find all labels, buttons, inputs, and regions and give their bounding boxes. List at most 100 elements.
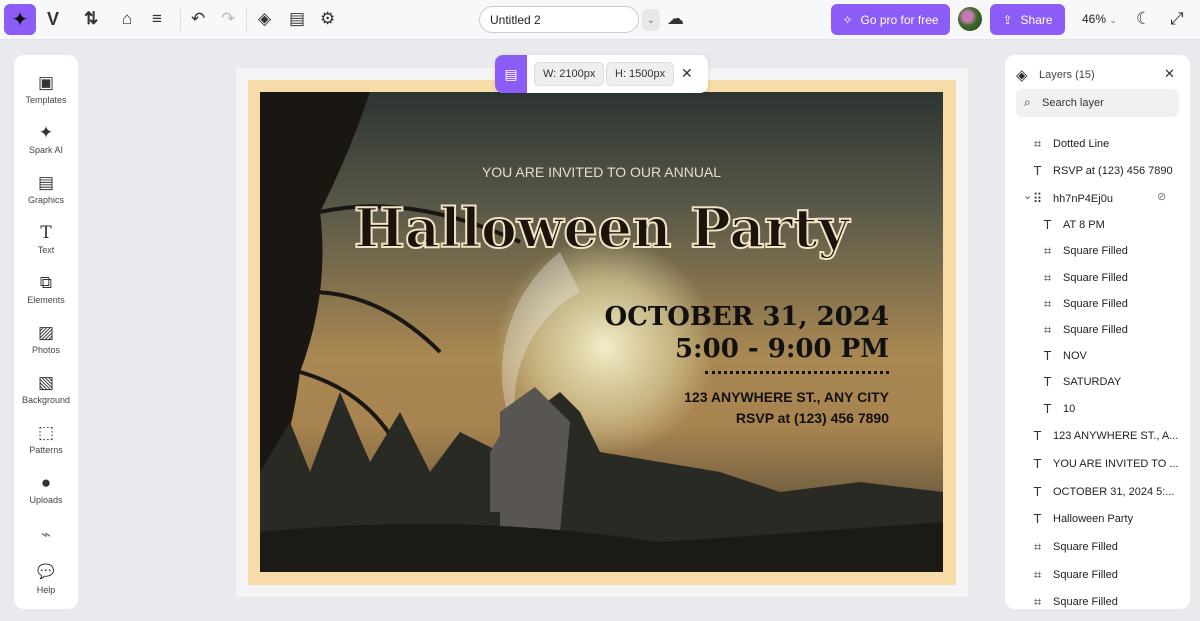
dark-mode-icon[interactable]: ☾ — [1136, 9, 1151, 29]
frame-icon: ⌗ — [1033, 136, 1042, 151]
search-placeholder: Search layer — [1042, 97, 1104, 109]
frame-icon: ⌗ — [1043, 270, 1052, 285]
layer-item[interactable]: T SATURDAY — [1041, 374, 1122, 389]
sidebar-item-graphics[interactable]: ▤ Graphics — [14, 173, 78, 205]
avatar[interactable] — [958, 7, 982, 31]
left-sidebar: ▣ Templates ✦ Spark AI ▤ Graphics T Text ⧉ El… — [14, 55, 78, 609]
event-title[interactable]: Halloween Party — [260, 195, 943, 261]
sidebar-label: Spark AI — [28, 145, 64, 155]
brush-icon: ⌁ — [40, 525, 52, 544]
document-icon[interactable]: ▤ — [289, 9, 305, 29]
sidebar-item-uploads[interactable]: ● Uploads — [14, 473, 78, 505]
text-icon: T — [1033, 456, 1042, 471]
layer-label: hh7nP4Ej0u — [1053, 193, 1113, 205]
event-time[interactable]: 5:00 - 9:00 PM — [675, 334, 889, 364]
layer-item[interactable]: T RSVP at (123) 456 7890 — [1031, 163, 1173, 178]
help-icon: 💬 — [37, 563, 55, 579]
title-dropdown-button[interactable]: ⌄ — [642, 9, 660, 31]
layer-label: YOU ARE INVITED TO ... — [1053, 457, 1179, 470]
layer-item[interactable]: T Halloween Party — [1031, 511, 1134, 526]
layer-label: Square Filled — [1053, 596, 1118, 608]
uploads-icon: ● — [40, 473, 52, 492]
layer-item[interactable]: ⠿ hh7nP4Ej0u — [1031, 191, 1113, 207]
document-title-input[interactable]: Untitled 2 — [479, 6, 639, 33]
frame-icon: ⌗ — [1033, 539, 1042, 554]
dotted-line[interactable] — [705, 371, 889, 374]
sidebar-item-help[interactable]: 💬 Help — [14, 563, 78, 595]
layer-label: 10 — [1063, 402, 1076, 415]
home-icon[interactable]: ⌂ — [122, 9, 132, 29]
go-pro-button[interactable]: ✧ Go pro for free — [831, 4, 950, 35]
layer-item[interactable]: ⌗ Square Filled — [1031, 567, 1118, 583]
frame-icon: ⌗ — [1033, 594, 1042, 609]
menu-icon[interactable]: ≡ — [152, 9, 162, 29]
sidebar-label: Graphics — [27, 195, 64, 205]
layer-item[interactable]: ⌗ Square Filled — [1031, 539, 1118, 555]
text-icon: T — [40, 223, 52, 243]
layer-item[interactable]: ⌗ Square Filled — [1041, 270, 1128, 286]
event-rsvp[interactable]: RSVP at (123) 456 7890 — [736, 410, 889, 426]
frame-icon: ⌗ — [1043, 322, 1052, 337]
height-field[interactable]: H: 1500px — [606, 62, 675, 86]
top-toolbar: ✦ V ⇅ ⌂ ≡ ↶ ↷ ◈ ▤ ⚙ Untitled 2 ⌄ ☁ ✧ Go p… — [0, 0, 1200, 40]
text-icon: T — [1033, 428, 1042, 443]
layer-item[interactable]: T OCTOBER 31, 2024 5:... — [1031, 484, 1175, 499]
layer-label: Square Filled — [1053, 541, 1118, 553]
chevron-down-icon[interactable]: ⌄ — [1023, 189, 1032, 202]
undo-icon[interactable]: ↶ — [191, 9, 205, 29]
sidebar-item-spark-ai[interactable]: ✦ Spark AI — [14, 123, 78, 155]
sidebar-item-templates[interactable]: ▣ Templates — [14, 73, 78, 105]
layers-panel: ◈ Layers (15) ✕ ⌕ Search layer ⌗ Dotted Li… — [1005, 55, 1190, 609]
layer-item[interactable]: ⌗ Square Filled — [1031, 594, 1118, 609]
layer-item[interactable]: T AT 8 PM — [1041, 217, 1105, 232]
search-layer-input[interactable]: ⌕ Search layer — [1016, 89, 1179, 117]
layers-icon[interactable]: ◈ — [258, 9, 271, 29]
width-field[interactable]: W: 2100px — [534, 62, 605, 86]
layer-label: Square Filled — [1063, 272, 1128, 284]
sidebar-label: Templates — [25, 95, 67, 105]
layer-item[interactable]: T 123 ANYWHERE ST., A... — [1031, 428, 1179, 443]
layer-label: Halloween Party — [1053, 512, 1134, 525]
divider — [180, 9, 181, 31]
layer-item[interactable]: ⌗ Square Filled — [1041, 296, 1128, 312]
templates-icon: ▣ — [37, 73, 55, 92]
sidebar-item-elements[interactable]: ⧉ Elements — [14, 273, 78, 305]
layer-item[interactable]: T NOV — [1041, 348, 1087, 363]
layer-label: Square Filled — [1063, 324, 1128, 336]
layer-item[interactable]: ⌗ Dotted Line — [1031, 136, 1109, 152]
hidden-eye-icon[interactable]: ⊘ — [1157, 190, 1166, 203]
layer-label: AT 8 PM — [1063, 218, 1105, 231]
layer-item[interactable]: ⌗ Square Filled — [1041, 322, 1128, 338]
vectorize-icon[interactable]: V — [47, 9, 59, 30]
sort-icon[interactable]: ⇅ — [84, 9, 98, 29]
event-address[interactable]: 123 ANYWHERE ST., ANY CITY — [684, 389, 889, 405]
share-label: Share — [1020, 12, 1053, 27]
sparkle-icon: ✦ — [38, 123, 54, 142]
zoom-select[interactable]: 46% ⌄ — [1082, 12, 1117, 26]
graphics-icon: ▤ — [37, 173, 55, 192]
layer-item[interactable]: T YOU ARE INVITED TO ... — [1031, 456, 1179, 471]
settings-doc-icon[interactable]: ⚙ — [320, 9, 335, 29]
app-logo-button[interactable]: ✦ — [4, 4, 36, 35]
halloween-design[interactable]: YOU ARE INVITED TO OUR ANNUAL Halloween … — [260, 92, 943, 572]
background-icon: ▧ — [37, 373, 55, 392]
fullscreen-icon[interactable]: ⤢ — [1170, 9, 1184, 29]
sidebar-item-brush[interactable]: ⌁ — [14, 525, 78, 547]
sidebar-item-background[interactable]: ▧ Background — [14, 373, 78, 405]
layer-item[interactable]: ⌗ Square Filled — [1041, 243, 1128, 259]
sidebar-item-photos[interactable]: ▨ Photos — [14, 323, 78, 355]
share-button[interactable]: ⇪ Share — [990, 4, 1065, 35]
close-layers-icon[interactable]: ✕ — [1164, 66, 1175, 82]
invited-text[interactable]: YOU ARE INVITED TO OUR ANNUAL — [260, 164, 943, 180]
redo-icon[interactable]: ↷ — [221, 9, 235, 29]
close-icon[interactable]: ✕ — [681, 65, 693, 82]
sidebar-item-text[interactable]: T Text — [14, 223, 78, 255]
layer-label: SATURDAY — [1063, 375, 1122, 388]
frame-icon: ⌗ — [1033, 567, 1042, 582]
layer-item[interactable]: T 10 — [1041, 401, 1076, 416]
sidebar-label: Elements — [27, 295, 65, 305]
page-icon[interactable]: ▤ — [495, 55, 527, 93]
event-date[interactable]: OCTOBER 31, 2024 — [605, 302, 889, 332]
text-icon: T — [1043, 374, 1052, 389]
sidebar-item-patterns[interactable]: ⬚ Patterns — [14, 423, 78, 455]
